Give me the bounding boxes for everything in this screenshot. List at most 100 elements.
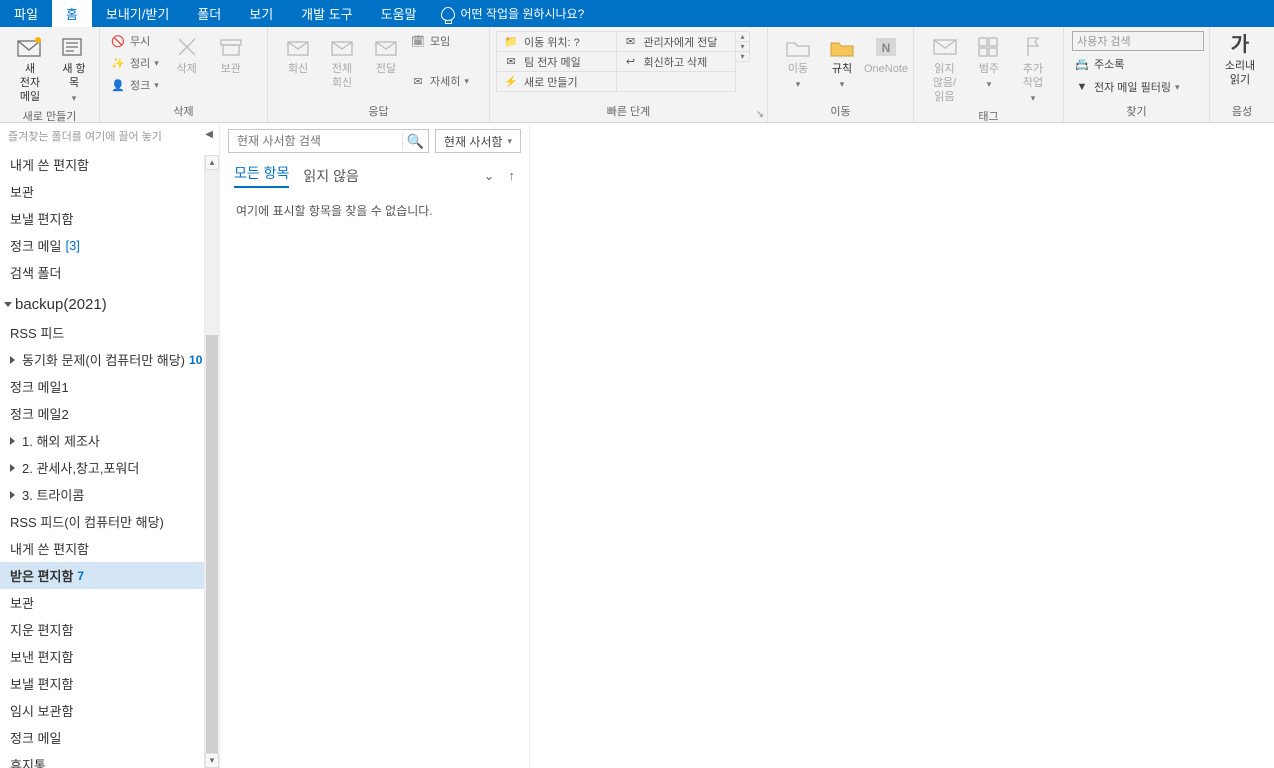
scroll-thumb[interactable] [206,335,218,765]
folder-label: RSS 피드 [10,323,64,342]
folder-item[interactable]: 보낼 편지함 [0,670,219,697]
folder-label: 보낼 편지함 [10,674,73,693]
chevron-more-icon[interactable]: ▾ [736,52,749,61]
ignore-button[interactable]: 🚫무시 [108,31,161,51]
reply-button[interactable]: 회신 [276,31,320,79]
group-find-label: 찾기 [1064,101,1209,122]
reply-all-button[interactable]: 전체 회신 [320,31,364,93]
qs-new-label: 새로 만들기 [524,74,578,90]
folder-label: 지운 편지함 [10,620,73,639]
search-scope-dropdown[interactable]: 현재 사서함 ▾ [435,129,521,153]
folder-item[interactable]: 보낸 편지함 [0,643,219,670]
folder-item[interactable]: RSS 피드 [0,319,219,346]
dialog-launcher-icon[interactable]: ↘ [756,109,764,120]
qs-team-mail[interactable]: ✉팀 전자 메일 [497,52,617,72]
tab-sendreceive[interactable]: 보내기/받기 [92,0,183,27]
filter-email-button[interactable]: ▼전자 메일 필터링▾ [1072,77,1201,97]
qs-moveto-label: 이동 위치: ? [524,34,580,50]
tab-help[interactable]: 도움말 [367,0,431,27]
nav-scrollbar[interactable]: ▴ ▾ [204,155,219,768]
group-speech: 가 소리내 읽기 음성 [1210,27,1274,122]
forward-button[interactable]: 전달 [364,31,408,79]
tab-file[interactable]: 파일 [0,0,52,27]
chevron-down-icon[interactable]: ▾ [736,42,749,52]
folder-item[interactable]: 검색 폴더 [0,259,219,286]
read-aloud-button[interactable]: 가 소리내 읽기 [1218,31,1262,90]
folder-item[interactable]: 내게 쓴 편지함 [0,151,219,178]
chevron-down-icon: ▾ [987,79,992,90]
folder-item[interactable]: 임시 보관함 [0,697,219,724]
folder-item[interactable]: 받은 편지함 7 [0,562,219,589]
address-book-button[interactable]: 📇주소록 [1072,54,1201,74]
tab-developer[interactable]: 개발 도구 [287,0,366,27]
sort-ascending-icon[interactable]: ↑ [509,168,516,183]
tab-view[interactable]: 보기 [235,0,287,27]
folder-item[interactable]: 정크 메일 [0,724,219,751]
folder-item[interactable]: 3. 트라이콤 [0,481,219,508]
chevron-right-icon [10,356,15,364]
junk-button[interactable]: 👤정크▾ [108,75,161,95]
onenote-button[interactable]: NOneNote [864,31,908,79]
folder-item[interactable]: 휴지통 [0,751,219,768]
chevron-up-icon[interactable]: ▴ [736,32,749,42]
tellme-search[interactable]: 어떤 작업을 원하시나요? [441,0,585,27]
scroll-down-icon[interactable]: ▾ [205,753,219,768]
folder-item[interactable]: 2. 관세사,창고,포워더 [0,454,219,481]
rules-button[interactable]: 규칙▾ [820,31,864,92]
new-mail-button[interactable]: 새 전자 메일 [8,31,52,106]
categorize-button[interactable]: 범주▾ [967,31,1011,92]
delete-button[interactable]: 삭제 [165,31,209,79]
qs-to-manager[interactable]: ✉관리자에게 전달 [617,32,737,52]
filter-label: 전자 메일 필터링 [1094,79,1171,95]
qs-moveto[interactable]: 📁이동 위치: ? [497,32,617,52]
new-item-button[interactable]: 새 항목 ▾ [52,31,96,106]
message-list-pane: 🔍 현재 사서함 ▾ 모든 항목 읽지 않음 ⌄ ↑ 여기에 표시할 항목을 찾… [220,123,530,768]
archive-icon [216,33,246,61]
cleanup-button[interactable]: ✨정리▾ [108,53,161,73]
tab-home[interactable]: 홈 [52,0,92,27]
folder-item[interactable]: 동기화 문제(이 컴퓨터만 해당) 10 [0,346,219,373]
mailbox-search-input[interactable] [229,134,402,148]
group-respond-label: 응답 [268,101,489,122]
scroll-up-icon[interactable]: ▴ [205,155,219,170]
collapse-pane-icon[interactable]: ◀ [205,129,213,140]
folder-label: 보관 [10,593,34,612]
search-icon[interactable]: 🔍 [402,133,428,150]
folder-count: [3] [65,238,79,253]
meeting-icon: 🗓 [410,33,426,49]
filter-menu-icon[interactable]: ⌄ [484,168,495,184]
qs-gallery-scroll[interactable]: ▴▾▾ [736,31,750,62]
qs-reply-delete[interactable]: ↩회신하고 삭제 [617,52,737,72]
folder-item[interactable]: 정크 메일 [3] [0,232,219,259]
unread-read-button[interactable]: 읽지 않음/ 읽음 [922,31,967,106]
followup-button[interactable]: 추가 작업▾ [1011,31,1055,106]
folder-label: RSS 피드(이 컴퓨터만 해당) [10,512,164,531]
filter-all-tab[interactable]: 모든 항목 [234,163,289,188]
folder-item[interactable]: 정크 메일2 [0,400,219,427]
onenote-label: OneNote [864,63,908,77]
people-search-input[interactable]: 사용자 검색 [1072,31,1204,51]
folder-item[interactable]: 보관 [0,589,219,616]
folder-item[interactable]: 지운 편지함 [0,616,219,643]
tab-folder[interactable]: 폴더 [183,0,235,27]
mailbox-search-field[interactable]: 🔍 [228,129,429,153]
folder-item[interactable]: RSS 피드(이 컴퓨터만 해당) [0,508,219,535]
filter-unread-tab[interactable]: 읽지 않음 [303,166,358,186]
forward-manager-icon: ✉ [623,34,639,50]
search-scope-label: 현재 사서함 [444,133,503,150]
qs-empty [617,72,737,92]
folder-item[interactable]: 정크 메일1 [0,373,219,400]
account-header[interactable]: backup(2021) [0,286,219,317]
qs-create-new[interactable]: ⚡새로 만들기 [497,72,617,92]
team-mail-icon: ✉ [503,54,519,70]
more-respond-button[interactable]: ✉자세히▾ [408,71,471,91]
folder-item[interactable]: 보낼 편지함 [0,205,219,232]
move-button[interactable]: 이동▾ [776,31,820,92]
folder-item[interactable]: 1. 해외 제조사 [0,427,219,454]
folder-item[interactable]: 내게 쓴 편지함 [0,535,219,562]
folder-item[interactable]: 보관 [0,178,219,205]
archive-button[interactable]: 보관 [209,31,253,79]
favorites-hint[interactable]: 즐겨찾는 폴더를 여기에 끌어 놓기 [0,123,219,149]
meeting-button[interactable]: 🗓모임 [408,31,471,51]
rules-icon [827,33,857,61]
